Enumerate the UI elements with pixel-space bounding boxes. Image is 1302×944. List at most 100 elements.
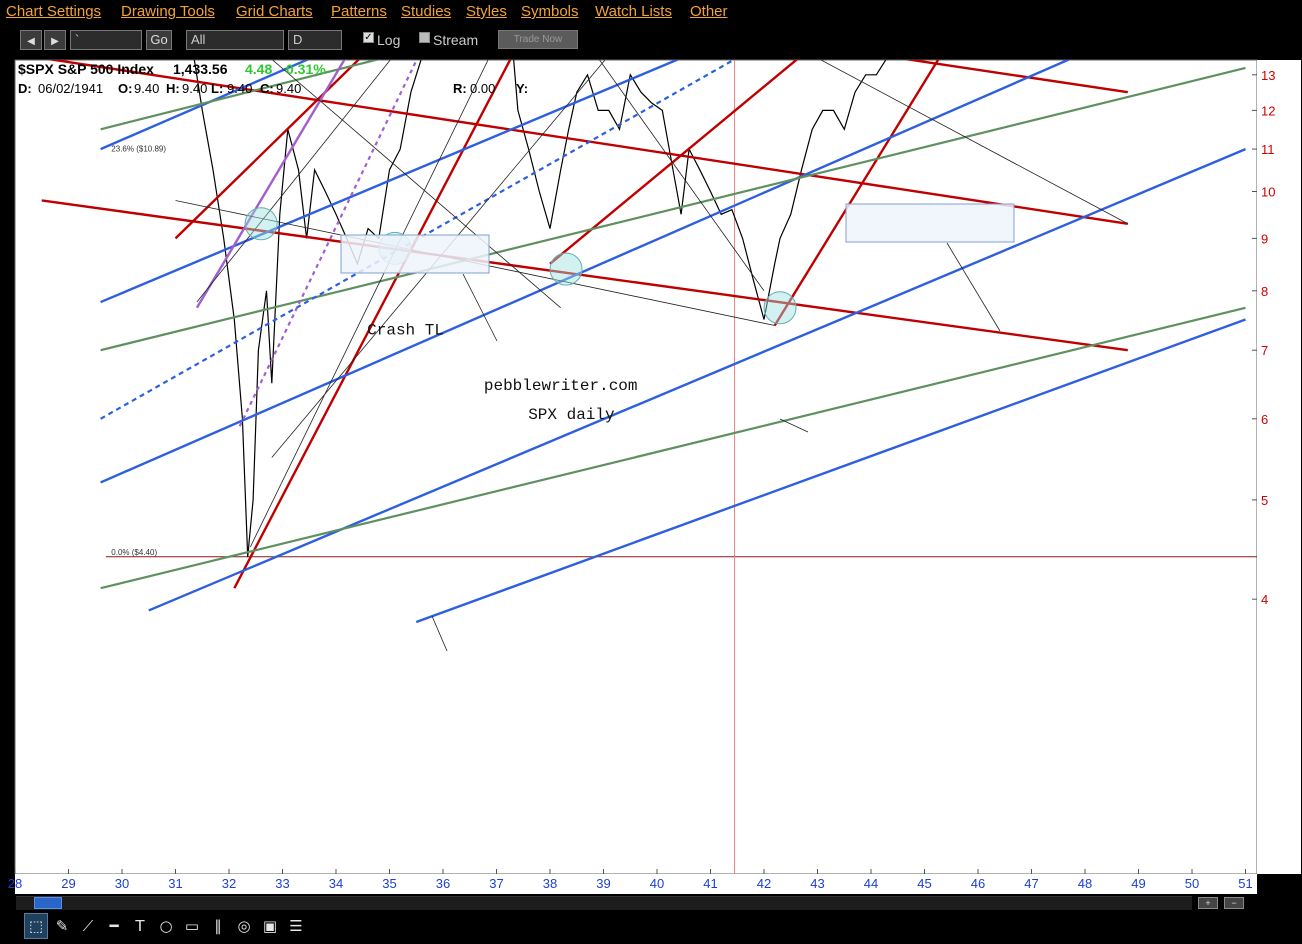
x-tick-label: 37 <box>489 876 503 891</box>
ohlc-value: 9.40 <box>134 81 159 96</box>
menu-drawing-tools[interactable]: Drawing Tools <box>121 3 215 20</box>
annotation-box-618 <box>340 234 490 274</box>
menu-grid-charts[interactable]: Grid Charts <box>236 3 313 20</box>
fib-level-label: 23.6% ($10.89) <box>111 145 166 154</box>
gann-fan-tool-icon[interactable]: ∥ <box>208 916 228 936</box>
price-change: 4.48 <box>245 61 272 77</box>
x-tick-label: 39 <box>596 876 610 891</box>
log-checkbox[interactable]: ✓ <box>363 32 374 43</box>
ohlc-label: C: <box>260 81 274 96</box>
x-axis-background <box>15 874 1257 894</box>
x-tick-label: 47 <box>1024 876 1038 891</box>
x-tick-label: 43 <box>810 876 824 891</box>
x-tick-label: 48 <box>1078 876 1092 891</box>
y-tick-label: 4 <box>1261 592 1268 607</box>
go-button[interactable]: Go <box>146 30 172 50</box>
ohlc-label: H: <box>166 81 180 96</box>
range-select[interactable]: All <box>186 30 284 50</box>
fib-level-label: 0.0% ($4.40) <box>111 548 157 557</box>
y-tick-label: 7 <box>1261 343 1268 358</box>
symbol-input[interactable]: ` <box>70 30 142 50</box>
fibonacci-tool-icon[interactable]: ◎ <box>234 916 254 936</box>
price-change-pct: 0.31% <box>286 61 326 77</box>
scrollbar-thumb[interactable] <box>34 897 62 909</box>
menu-watch-lists[interactable]: Watch Lists <box>595 3 672 20</box>
x-tick-label: 46 <box>971 876 985 891</box>
ohlc-value: 9.40 <box>182 81 207 96</box>
menu-styles[interactable]: Styles <box>466 3 507 20</box>
y-axis-background <box>1257 60 1301 874</box>
highlight-circle-cyan <box>244 207 278 241</box>
triangle-left-icon: ◀ <box>27 36 35 47</box>
pencil-tool-icon[interactable]: ✎ <box>52 916 72 936</box>
stream-label: Stream <box>433 32 479 48</box>
select-tool-icon[interactable]: ⬚ <box>26 916 46 936</box>
ohlc-label: L: <box>211 81 223 96</box>
x-tick-label: 38 <box>543 876 557 891</box>
menu-studies[interactable]: Studies <box>401 3 451 20</box>
x-tick-label: 35 <box>382 876 396 891</box>
text-tool-icon[interactable]: T <box>130 916 150 936</box>
y-tick-label: 9 <box>1261 231 1268 246</box>
y-tick-label: 5 <box>1261 493 1268 508</box>
date-value: 06/02/1941 <box>38 81 103 96</box>
rectangle-tool-icon[interactable]: ▭ <box>182 916 202 936</box>
horizontal-line-tool-icon[interactable]: ━ <box>104 916 124 936</box>
y-tick-label: 12 <box>1261 103 1275 118</box>
price-chart[interactable]: 100.0% ($31.89)88.6% ($28.76)78.6% ($26.… <box>0 56 1302 894</box>
chart-area[interactable]: 100.0% ($31.89)88.6% ($28.76)78.6% ($26.… <box>0 56 1302 894</box>
chart-annotation: Crash TL <box>367 322 444 340</box>
x-tick-label: 40 <box>650 876 664 891</box>
menu-other[interactable]: Other <box>690 3 728 20</box>
bottom-bar: + − ⬚ ✎ ⟋ ━ T ○ ▭ ∥ ◎ ▣ ☰ <box>0 894 1302 944</box>
fib-lines-tool-icon[interactable]: ☰ <box>286 916 306 936</box>
ohlc-label: O: <box>118 81 132 96</box>
menu-patterns[interactable]: Patterns <box>331 3 387 20</box>
annotation-box-707 <box>845 203 1015 243</box>
last-price: 1,433.56 <box>173 61 228 77</box>
box-tool-icon[interactable]: ▣ <box>260 916 280 936</box>
y-tick-label: 11 <box>1261 142 1275 157</box>
x-tick-label: 41 <box>703 876 717 891</box>
chart-annotation: SPX daily <box>528 406 615 424</box>
highlight-circle-cyan <box>549 252 583 286</box>
menu-symbols[interactable]: Symbols <box>521 3 579 20</box>
period-select[interactable]: D <box>288 30 342 50</box>
x-tick-label: 31 <box>168 876 182 891</box>
r-value: 0.00 <box>470 81 495 96</box>
ellipse-tool-icon[interactable]: ○ <box>156 916 176 936</box>
menu-chart-settings[interactable]: Chart Settings <box>6 3 101 20</box>
x-tick-label: 28 <box>8 876 22 891</box>
y-tick-label: 13 <box>1261 68 1275 83</box>
date-label: D: <box>18 81 32 96</box>
chart-annotation: pebblewriter.com <box>484 377 638 395</box>
ohlc-value: 9.40 <box>276 81 301 96</box>
triangle-right-icon: ▶ <box>51 36 59 47</box>
zoom-out-button[interactable]: − <box>1224 897 1244 909</box>
zoom-in-button[interactable]: + <box>1198 897 1218 909</box>
x-tick-label: 30 <box>115 876 129 891</box>
x-tick-label: 42 <box>757 876 771 891</box>
y-tick-label: 6 <box>1261 412 1268 427</box>
x-tick-label: 51 <box>1238 876 1252 891</box>
ohlc-value: 9.40 <box>227 81 252 96</box>
trade-now-button[interactable]: Trade Now <box>498 30 578 49</box>
time-scrollbar[interactable] <box>16 896 1192 910</box>
x-tick-label: 29 <box>61 876 75 891</box>
ray-line-tool-icon[interactable]: ⟋ <box>78 916 98 936</box>
nav-right-button[interactable]: ▶ <box>44 30 66 50</box>
x-tick-label: 34 <box>329 876 343 891</box>
stream-checkbox[interactable] <box>419 32 430 43</box>
menu-bar: Chart Settings Drawing Tools Grid Charts… <box>0 0 1302 26</box>
y-tick-label: 8 <box>1261 284 1268 299</box>
x-tick-label: 33 <box>275 876 289 891</box>
symbol-title: $SPX S&P 500 Index <box>18 61 154 77</box>
y-tick-label: 10 <box>1261 185 1275 200</box>
r-label: R: <box>453 81 467 96</box>
nav-left-button[interactable]: ◀ <box>20 30 42 50</box>
plot-background <box>14 59 1258 875</box>
log-label: Log <box>377 32 401 48</box>
x-tick-label: 50 <box>1185 876 1199 891</box>
highlight-circle-cyan <box>763 291 797 325</box>
x-tick-label: 32 <box>222 876 236 891</box>
